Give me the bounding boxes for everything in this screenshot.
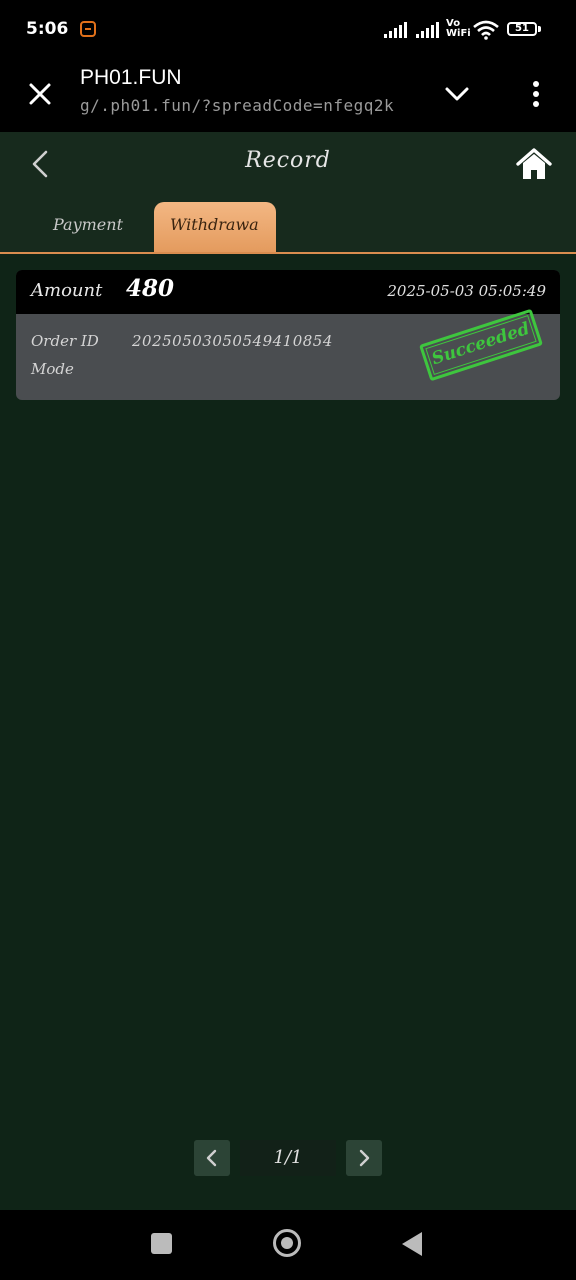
pagination: 1/1	[0, 1140, 576, 1178]
chevron-down-icon[interactable]	[442, 82, 472, 106]
status-badge: Succeeded	[419, 308, 543, 382]
close-icon[interactable]	[24, 78, 56, 110]
tab-withdrawal[interactable]: Withdrawa	[154, 202, 276, 252]
status-time: 5:06	[26, 19, 69, 39]
battery-level: 51	[515, 23, 529, 34]
amount-value: 480	[126, 275, 175, 302]
record-card-header: Amount 480 2025-05-03 05:05:49	[16, 270, 560, 314]
mode-label: Mode	[31, 360, 74, 378]
record-tabs: Payment Withdrawa	[0, 198, 576, 254]
home-icon[interactable]	[514, 146, 554, 182]
signal-strength-icon-2	[416, 22, 440, 38]
site-title: PH01.FUN	[80, 66, 182, 89]
recent-apps-icon[interactable]	[151, 1233, 172, 1254]
browser-toolbar: PH01.FUN g/.ph01.fun/?spreadCode=nfegq2k	[0, 56, 576, 133]
next-page-button[interactable]	[346, 1140, 382, 1176]
wifi-icon	[473, 20, 499, 40]
more-vertical-icon[interactable]	[524, 76, 548, 112]
status-bar: 5:06 Vo WiFi 51	[0, 0, 576, 56]
record-timestamp: 2025-05-03 05:05:49	[387, 282, 546, 300]
vowifi-bottom: WiFi	[446, 28, 471, 39]
site-url[interactable]: g/.ph01.fun/?spreadCode=nfegq2k	[80, 96, 394, 115]
back-triangle-icon[interactable]	[402, 1232, 422, 1256]
app-notification-icon	[80, 21, 96, 37]
page-title: Record	[245, 148, 331, 173]
battery-tip	[538, 26, 541, 32]
home-button-icon[interactable]	[273, 1229, 301, 1257]
signal-strength-icon	[384, 22, 408, 38]
vowifi-indicator: Vo WiFi	[446, 19, 471, 39]
battery-icon: 51	[507, 22, 537, 36]
system-nav-bar	[0, 1210, 576, 1280]
order-id-label: Order ID	[31, 332, 99, 350]
order-id-value: 20250503050549410854	[132, 332, 333, 350]
page-indicator: 1/1	[240, 1140, 336, 1176]
page-header: Record	[0, 132, 576, 198]
prev-page-button[interactable]	[194, 1140, 230, 1176]
record-card: Amount 480 2025-05-03 05:05:49 Order ID …	[16, 270, 560, 400]
tab-payment[interactable]: Payment	[26, 202, 150, 252]
amount-label: Amount	[31, 280, 103, 301]
